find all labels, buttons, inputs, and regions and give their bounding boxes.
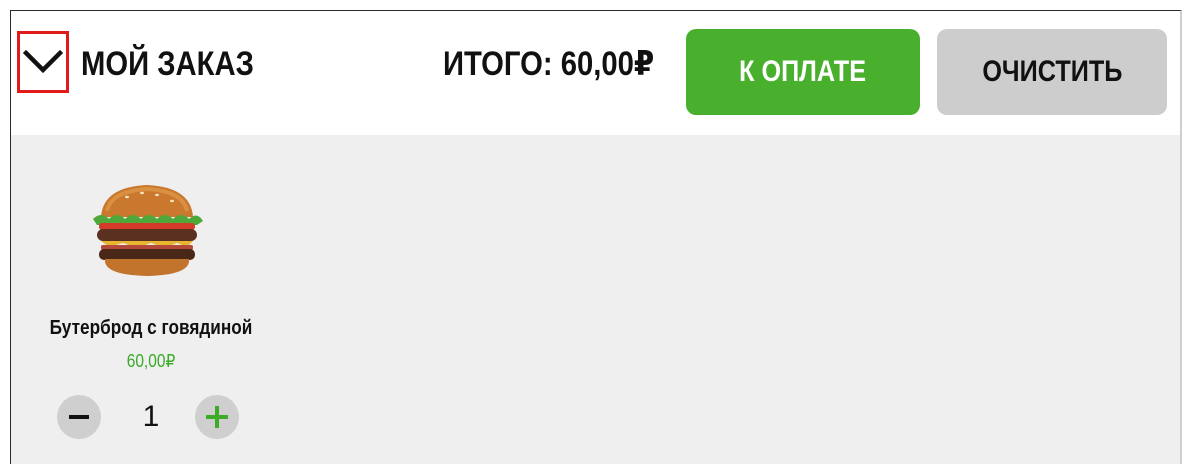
burger-image [93,185,203,276]
order-panel: МОЙ ЗАКАЗ ИТОГО: 60,00₽ К ОПЛАТЕ ОЧИСТИТ… [10,10,1182,464]
item-name: Бутерброд с говядиной [49,317,253,339]
order-header: МОЙ ЗАКАЗ ИТОГО: 60,00₽ К ОПЛАТЕ ОЧИСТИТ… [11,11,1180,135]
order-total: ИТОГО: 60,00₽ [443,45,655,83]
pay-button[interactable]: К ОПЛАТЕ [686,29,920,115]
page-title: МОЙ ЗАКАЗ [81,45,254,83]
pay-button-label: К ОПЛАТЕ [739,55,867,88]
collapse-order-button[interactable] [17,31,69,93]
increase-quantity-button[interactable] [195,395,239,439]
quantity-value: 1 [142,400,160,433]
chevron-down-icon [23,49,63,74]
clear-order-button[interactable]: ОЧИСТИТЬ [937,29,1167,115]
minus-icon [69,415,89,419]
decrease-quantity-button[interactable] [57,395,101,439]
plus-icon [206,406,228,428]
clear-button-label: ОЧИСТИТЬ [981,55,1122,88]
item-price: 60,00₽ [126,351,176,371]
